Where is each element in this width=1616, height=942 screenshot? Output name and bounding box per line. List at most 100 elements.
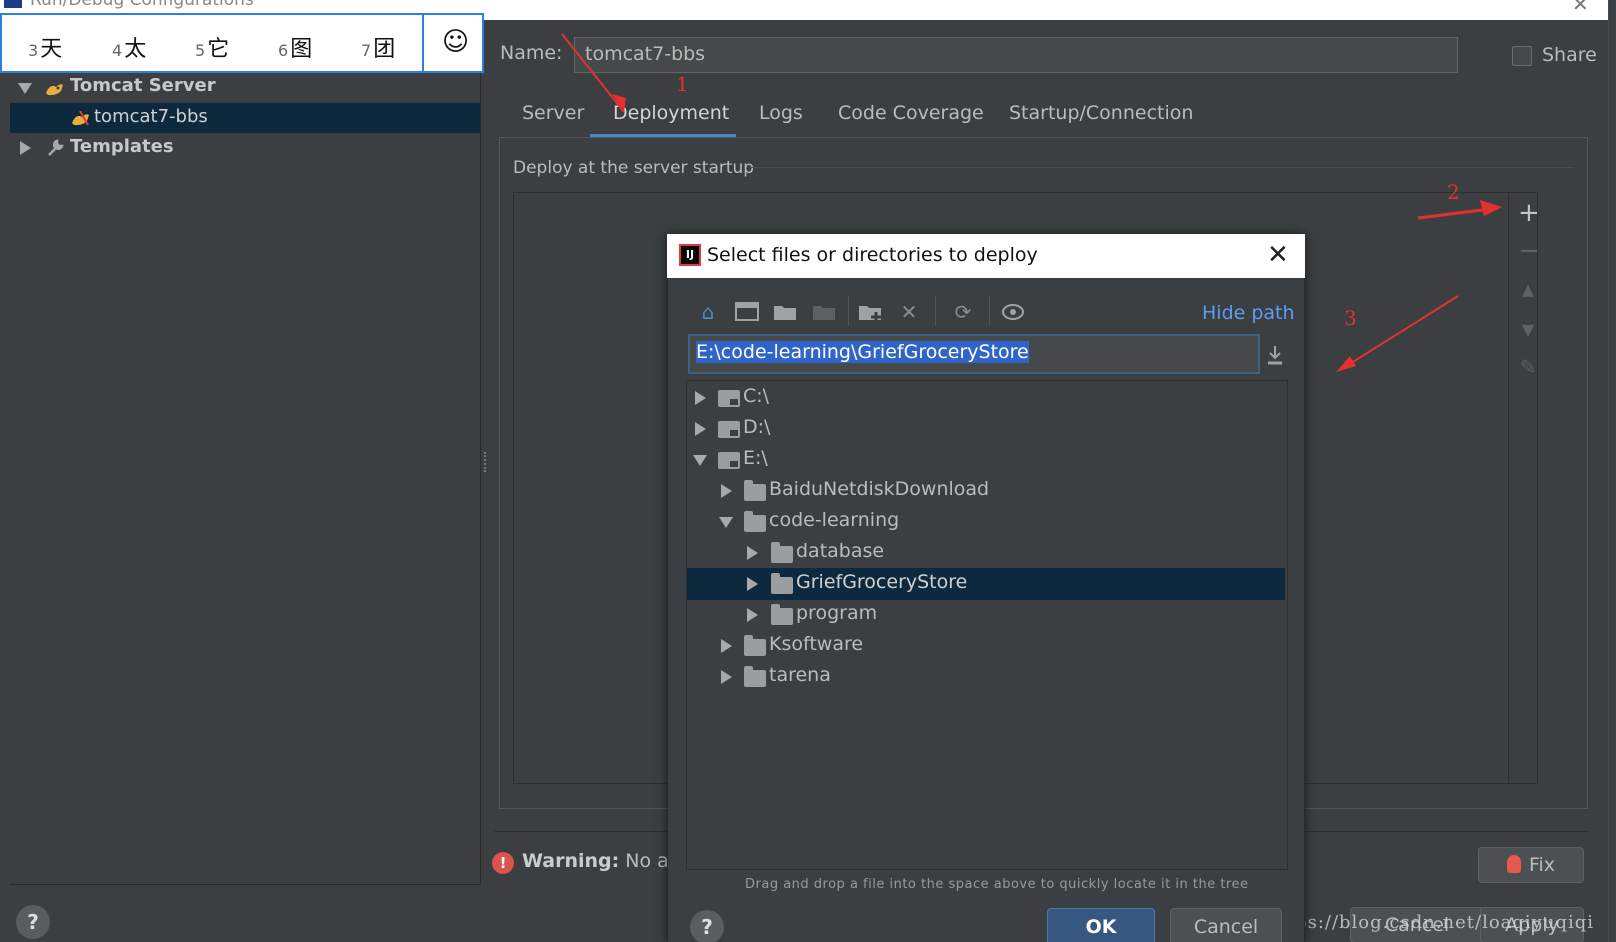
show-hidden-icon[interactable] <box>1001 301 1025 323</box>
window-close-icon[interactable]: ✕ <box>1572 0 1589 16</box>
remove-icon[interactable]: − <box>1518 236 1540 266</box>
refresh-icon[interactable]: ⟳ <box>951 300 975 324</box>
section-divider <box>748 167 1574 168</box>
delete-icon[interactable]: ✕ <box>897 300 921 324</box>
chevron-down-icon[interactable] <box>719 517 733 528</box>
annotation-label: 3 <box>1344 306 1357 330</box>
tree-node-baidunetdiskdownload[interactable]: BaiduNetdiskDownload <box>687 475 1285 507</box>
chevron-right-icon[interactable] <box>747 546 758 560</box>
ime-candidate-4[interactable]: 6图 <box>278 31 312 63</box>
tab-deployment[interactable]: Deployment <box>613 102 729 124</box>
ime-divider <box>422 15 424 71</box>
tree-node-tarena[interactable]: tarena <box>687 661 1285 693</box>
tree-node-drive-d[interactable]: D:\ <box>687 413 1285 445</box>
tree-node-ksoftware[interactable]: Ksoftware <box>687 630 1285 662</box>
window-title: Run/Debug Configurations <box>30 0 254 10</box>
ime-candidate-1[interactable]: 3天 <box>28 31 62 63</box>
warning-message: Warning: No art <box>522 850 685 872</box>
tree-item-label: Tomcat Server <box>70 75 216 96</box>
ime-candidate-bar: 3天 4太 5它 6图 7团 ☺ <box>0 13 484 73</box>
tomcat-icon <box>46 84 63 96</box>
folder-icon <box>744 480 766 501</box>
panel-splitter[interactable] <box>484 452 488 472</box>
home-icon[interactable]: ⌂ <box>696 300 720 324</box>
tree-node-program[interactable]: program <box>687 599 1285 631</box>
ime-candidate-3[interactable]: 5它 <box>195 31 229 63</box>
config-tree-panel: Tomcat Server tomcat7-bbs Templates <box>10 73 481 885</box>
intellij-icon: IJ <box>679 244 701 266</box>
download-icon[interactable] <box>1265 344 1285 368</box>
tomcat-config-icon <box>72 111 89 126</box>
drive-icon <box>718 390 740 407</box>
chevron-down-icon[interactable] <box>693 455 707 466</box>
folder-icon <box>771 542 793 563</box>
dialog-close-icon[interactable]: ✕ <box>1267 240 1289 270</box>
chevron-right-icon[interactable] <box>721 484 732 498</box>
folder-icon <box>744 511 766 532</box>
project-folder-icon[interactable] <box>773 301 797 323</box>
tree-node-label: E:\ <box>743 447 768 469</box>
tab-code-coverage[interactable]: Code Coverage <box>838 102 984 124</box>
tree-node-drive-c[interactable]: C:\ <box>687 382 1285 414</box>
move-up-icon[interactable]: ▲ <box>1518 280 1538 299</box>
chevron-right-icon[interactable] <box>721 639 732 653</box>
hide-path-link[interactable]: Hide path <box>1202 302 1295 324</box>
dialog-help-button[interactable]: ? <box>690 910 724 942</box>
tree-node-label: GriefGroceryStore <box>796 571 968 593</box>
folder-icon <box>771 573 793 594</box>
name-field[interactable]: tomcat7-bbs <box>574 37 1458 73</box>
ime-candidate-5[interactable]: 7团 <box>361 31 395 63</box>
toolbar-separator <box>989 296 990 326</box>
folder-icon <box>744 666 766 687</box>
tree-node-label: BaiduNetdiskDownload <box>769 478 990 500</box>
chevron-right-icon[interactable] <box>721 670 732 684</box>
drag-drop-hint: Drag and drop a file into the space abov… <box>745 877 1249 892</box>
tree-item-tomcat-server[interactable]: Tomcat Server <box>10 73 480 103</box>
app-icon <box>4 0 22 8</box>
drive-icon <box>718 452 740 469</box>
dialog-cancel-button[interactable]: Cancel <box>1170 908 1282 942</box>
desktop-icon[interactable] <box>735 301 759 323</box>
folder-icon <box>771 604 793 625</box>
tree-node-label: C:\ <box>743 385 770 407</box>
deploy-section-title: Deploy at the server startup <box>513 158 755 178</box>
tree-item-templates[interactable]: Templates <box>10 133 480 163</box>
watermark: https://blog.csdn.net/loaqiyuqiqi <box>1266 912 1594 933</box>
add-icon[interactable]: + <box>1518 198 1540 228</box>
new-folder-icon[interactable] <box>858 301 882 323</box>
tree-node-griefgrocerystore[interactable]: GriefGroceryStore <box>687 568 1285 600</box>
chevron-right-icon[interactable] <box>695 422 706 436</box>
window-edge <box>1608 0 1616 942</box>
annotation-label: 1 <box>676 72 689 96</box>
bulb-icon <box>1506 855 1521 873</box>
tree-node-database[interactable]: database <box>687 537 1285 569</box>
chevron-right-icon[interactable] <box>695 391 706 405</box>
tree-node-label: program <box>796 602 878 624</box>
chevron-right-icon[interactable] <box>747 608 758 622</box>
toolbar-separator <box>935 296 936 326</box>
tab-logs[interactable]: Logs <box>759 102 803 124</box>
ime-candidate-2[interactable]: 4太 <box>112 31 146 63</box>
edit-icon[interactable]: ✎ <box>1518 355 1538 379</box>
tab-startup-connection[interactable]: Startup/Connection <box>1009 102 1193 124</box>
module-folder-icon[interactable] <box>812 301 836 323</box>
tree-node-code-learning[interactable]: code-learning <box>687 506 1285 538</box>
share-checkbox[interactable] <box>1512 46 1532 66</box>
chevron-down-icon[interactable] <box>18 83 32 94</box>
emoji-icon[interactable]: ☺ <box>442 27 469 57</box>
toolbar-separator <box>848 296 849 326</box>
chevron-right-icon[interactable] <box>747 577 758 591</box>
help-button[interactable]: ? <box>16 905 50 939</box>
chevron-right-icon[interactable] <box>20 141 31 155</box>
ok-button[interactable]: OK <box>1047 908 1155 942</box>
move-down-icon[interactable]: ▼ <box>1518 320 1538 339</box>
folder-icon <box>744 635 766 656</box>
dialog-title-bar: IJ Select files or directories to deploy… <box>667 234 1305 278</box>
tree-node-drive-e[interactable]: E:\ <box>687 444 1285 476</box>
tab-server[interactable]: Server <box>522 102 584 124</box>
fix-button[interactable]: Fix <box>1478 847 1584 883</box>
path-field[interactable]: E:\code-learning\GriefGroceryStore <box>688 334 1260 374</box>
tree-item-tomcat7-bbs[interactable]: tomcat7-bbs <box>10 103 480 133</box>
tree-node-label: code-learning <box>769 509 900 531</box>
error-icon: ! <box>492 852 514 874</box>
